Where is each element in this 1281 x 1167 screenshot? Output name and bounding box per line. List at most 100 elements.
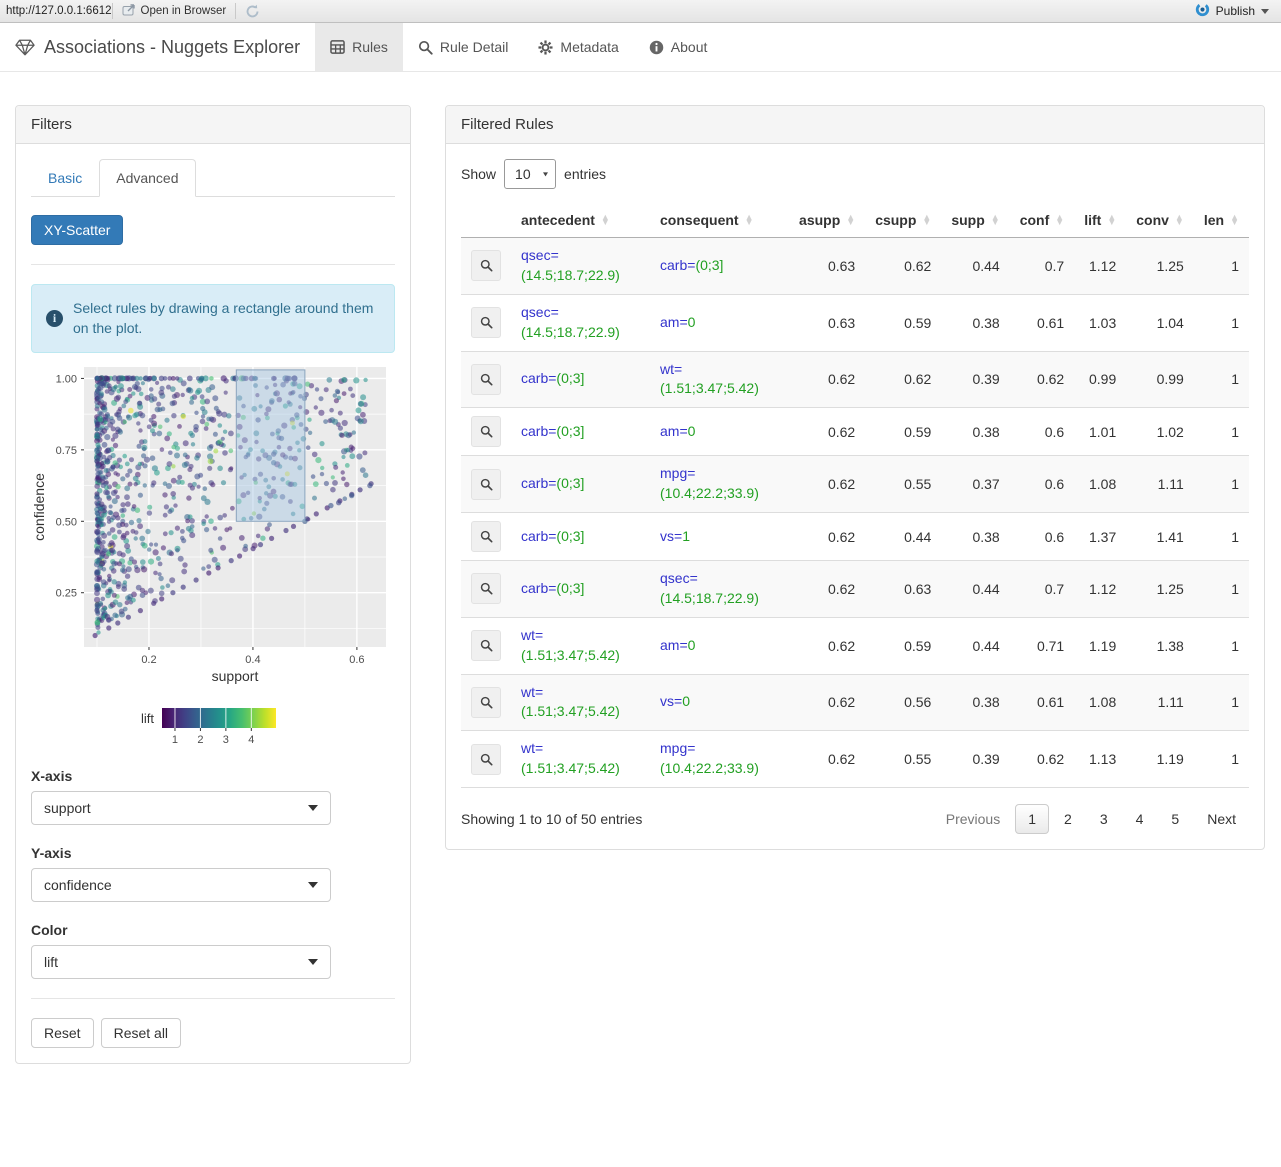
column-header-conv[interactable]: conv ▲ ▼ [1126, 203, 1194, 238]
next-page-button[interactable]: Next [1194, 804, 1249, 834]
metric-cell: 0.99 [1074, 351, 1127, 409]
page-length-select[interactable]: 10 ▾ [504, 159, 557, 189]
column-header-antecedent[interactable]: antecedent ▲ ▼ [511, 203, 651, 238]
antecedent-cell: qsec=(14.5;18.7;22.9) [511, 294, 651, 352]
reset-button[interactable]: Reset [31, 1017, 94, 1048]
sort-icons: ▲ ▼ [1174, 212, 1184, 227]
rule-detail-button[interactable] [471, 363, 501, 395]
rule-row: carb=(0;3] mpg=(10.4;22.2;33.9) 0.62 0.55… [461, 455, 1249, 513]
metric-cell: 0.62 [865, 237, 942, 295]
magnifier-icon [480, 373, 493, 386]
rule-detail-button[interactable] [471, 686, 501, 718]
metric-cell: 1 [1193, 237, 1249, 295]
y-axis-group: Y-axis confidence [31, 845, 395, 902]
magnifier-icon [480, 583, 493, 595]
metric-cell: 0.38 [941, 512, 1010, 561]
xy-scatter-button[interactable]: XY-Scatter [31, 215, 124, 245]
entries-label: entries [564, 166, 607, 182]
table-icon [330, 40, 345, 54]
column-header-lift[interactable]: lift ▲ ▼ [1074, 203, 1127, 238]
publish-caret-icon[interactable] [1261, 8, 1269, 14]
metric-cell: 1 [1193, 351, 1249, 409]
column-header-conf[interactable]: conf ▲ ▼ [1009, 203, 1075, 238]
sort-icons: ▲ ▼ [744, 212, 754, 227]
rule-row: carb=(0;3] vs=1 0.62 0.44 0.38 0.6 1.37 1.41 1 [461, 512, 1249, 561]
svg-text:1.00: 1.00 [56, 373, 77, 385]
x-axis-select[interactable]: support [31, 790, 331, 825]
svg-text:1: 1 [172, 734, 178, 746]
rule-detail-button[interactable] [471, 468, 501, 500]
y-axis-value: confidence [44, 876, 112, 893]
rule-detail-button[interactable] [471, 743, 501, 775]
publish-button[interactable]: Publish [1216, 4, 1255, 18]
sort-icons: ▲ ▼ [922, 212, 932, 227]
tab-rule-detail[interactable]: Rule Detail [403, 23, 523, 71]
app-brand: Associations - Nuggets Explorer [0, 23, 315, 71]
open-in-browser-button[interactable]: Open in Browser [113, 0, 236, 22]
metric-cell: 0.44 [941, 560, 1010, 618]
metric-cell: 1 [1193, 617, 1249, 675]
reload-app-button[interactable] [236, 0, 269, 22]
rule-detail-button[interactable] [471, 630, 501, 662]
metric-cell: 1.41 [1126, 512, 1194, 561]
rule-detail-button[interactable] [471, 307, 501, 339]
filtered-rules-title: Filtered Rules [446, 106, 1264, 144]
consequent-cell: am=0 [650, 617, 790, 675]
rule-detail-button[interactable] [471, 573, 501, 605]
metric-cell: 0.6 [1009, 455, 1075, 513]
metric-cell: 1 [1193, 730, 1249, 788]
info-icon [649, 40, 664, 54]
page-button-5[interactable]: 5 [1158, 804, 1192, 834]
app-title: Associations - Nuggets Explorer [44, 36, 301, 57]
page-button-4[interactable]: 4 [1123, 804, 1157, 834]
rule-row: carb=(0;3] am=0 0.62 0.59 0.38 0.6 1.01 1.02 1 [461, 407, 1249, 457]
metric-cell: 1.12 [1074, 237, 1127, 295]
color-select[interactable]: lift [31, 944, 331, 979]
reset-all-button[interactable]: Reset all [100, 1017, 182, 1048]
metric-cell: 0.71 [1009, 617, 1075, 675]
metric-cell: 0.63 [865, 560, 942, 618]
tab-rule-detail-label: Rule Detail [439, 39, 509, 55]
tab-advanced[interactable]: Advanced [99, 159, 196, 197]
rule-detail-button[interactable] [471, 250, 501, 282]
rule-detail-button[interactable] [471, 416, 501, 448]
antecedent-cell: wt=(1.51;3.47;5.42) [511, 617, 651, 675]
y-axis-select[interactable]: confidence [31, 867, 331, 902]
metric-cell: 1.25 [1126, 237, 1194, 295]
metric-cell: 0.59 [865, 294, 942, 352]
metric-cell: 0.44 [941, 617, 1010, 675]
metric-cell: 1.13 [1074, 730, 1127, 788]
tab-about[interactable]: About [634, 23, 723, 71]
gem-icon [15, 39, 35, 55]
page-button-1[interactable]: 1 [1015, 804, 1050, 834]
color-group: Color lift [31, 922, 395, 979]
scatter-plot-canvas[interactable]: 0.25 0.50 0.75 1.00 0.2 0.4 0.6 support confiden… [31, 359, 391, 691]
page-button-2[interactable]: 2 [1051, 804, 1085, 834]
scatter-plot[interactable]: 0.25 0.50 0.75 1.00 0.2 0.4 0.6 support confiden… [31, 359, 391, 748]
antecedent-cell: wt=(1.51;3.47;5.42) [511, 674, 651, 732]
svg-text:3: 3 [223, 734, 229, 746]
chevron-down-icon: ▾ [543, 169, 549, 179]
divider [31, 264, 395, 265]
tab-rules[interactable]: Rules [315, 23, 403, 71]
column-header-consequent[interactable]: consequent ▲ ▼ [650, 203, 790, 238]
metric-cell: 1.11 [1126, 674, 1194, 732]
metric-cell: 0.7 [1009, 560, 1075, 618]
page-button-3[interactable]: 3 [1087, 804, 1121, 834]
main-tabs: Rules Rule Detail Metadata About [315, 23, 722, 71]
metric-cell: 1.08 [1074, 674, 1127, 732]
tab-basic[interactable]: Basic [31, 159, 99, 197]
tab-metadata-label: Metadata [560, 39, 619, 55]
filters-panel-title: Filters [16, 106, 410, 144]
svg-text:lift: lift [141, 711, 154, 726]
rule-detail-button[interactable] [471, 521, 501, 552]
column-header-asupp[interactable]: asupp ▲ ▼ [789, 203, 866, 238]
tab-metadata[interactable]: Metadata [523, 23, 633, 71]
column-header-supp[interactable]: supp ▲ ▼ [941, 203, 1010, 238]
column-header-len[interactable]: len ▲ ▼ [1193, 203, 1249, 238]
column-header-csupp[interactable]: csupp ▲ ▼ [865, 203, 942, 238]
svg-text:0.6: 0.6 [349, 654, 364, 666]
open-in-browser-label: Open in Browser [140, 5, 227, 17]
previous-page-button[interactable]: Previous [933, 804, 1013, 834]
metric-cell: 0.62 [1009, 351, 1075, 409]
